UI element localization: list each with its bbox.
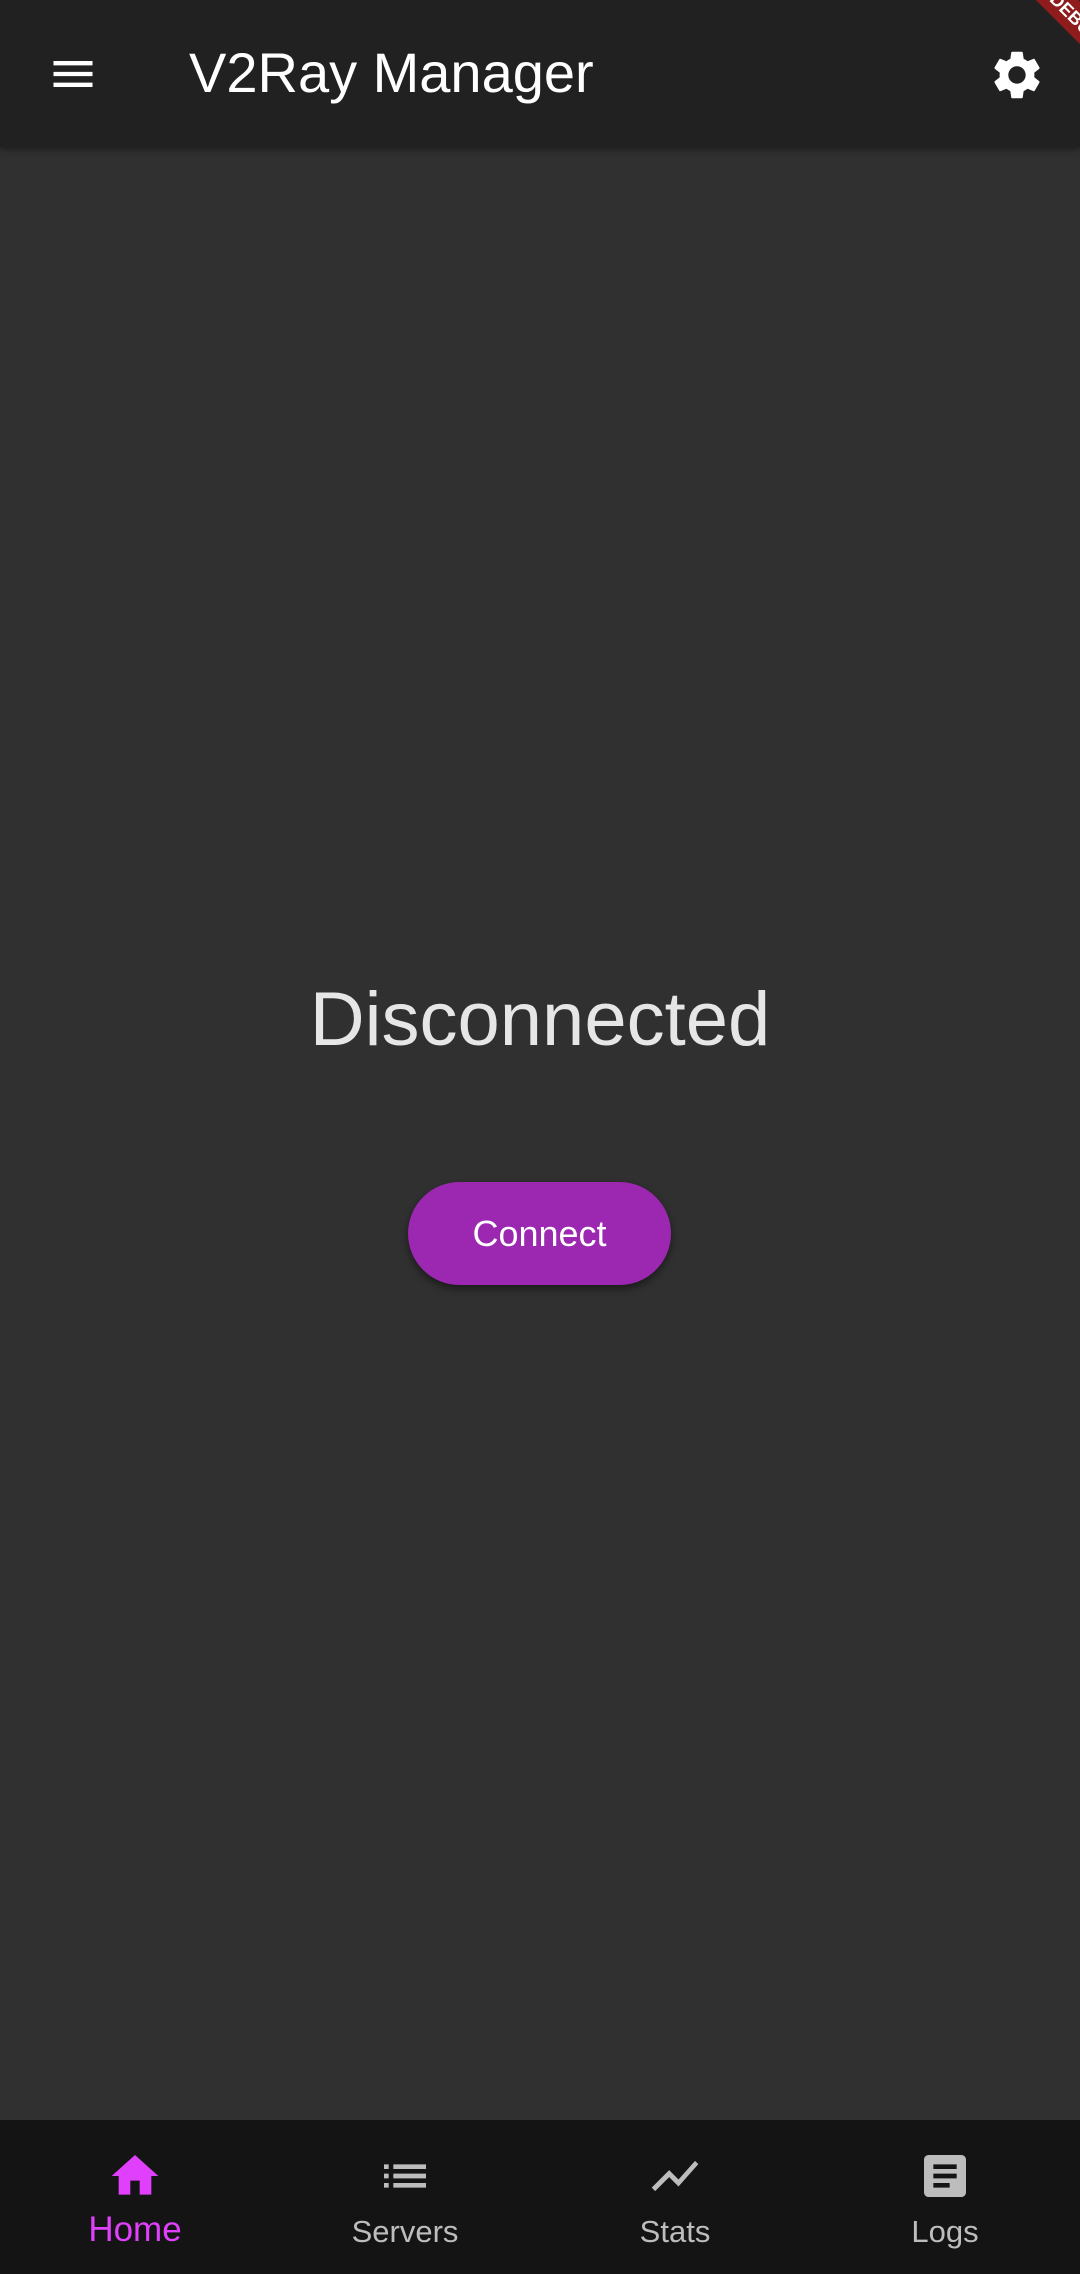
bottom-navigation: Home Servers Stats Logs (0, 2120, 1080, 2274)
connect-button[interactable]: Connect (408, 1182, 671, 1285)
nav-item-stats[interactable]: Stats (540, 2120, 810, 2274)
home-icon (111, 2155, 159, 2195)
app-screen: V2Ray Manager DEBUG Disconnected Connect… (0, 0, 1080, 2274)
nav-item-servers[interactable]: Servers (270, 2120, 540, 2274)
nav-item-home[interactable]: Home (0, 2120, 270, 2274)
nav-label-logs: Logs (911, 2214, 979, 2249)
nav-label-stats: Stats (639, 2214, 711, 2249)
menu-button[interactable] (28, 32, 118, 116)
app-bar: V2Ray Manager DEBUG (0, 0, 1080, 147)
nav-label-home: Home (88, 2210, 182, 2249)
nav-item-logs[interactable]: Logs (810, 2120, 1080, 2274)
debug-ribbon-label: DEBUG (1022, 0, 1080, 70)
document-icon (924, 2155, 966, 2197)
app-title: V2Ray Manager (189, 41, 594, 104)
connection-status: Disconnected (309, 977, 771, 1062)
menu-icon (53, 61, 93, 87)
debug-ribbon: DEBUG (1010, 0, 1080, 70)
trending-icon (651, 2160, 699, 2192)
list-icon (384, 2164, 426, 2188)
nav-label-servers: Servers (351, 2214, 459, 2249)
